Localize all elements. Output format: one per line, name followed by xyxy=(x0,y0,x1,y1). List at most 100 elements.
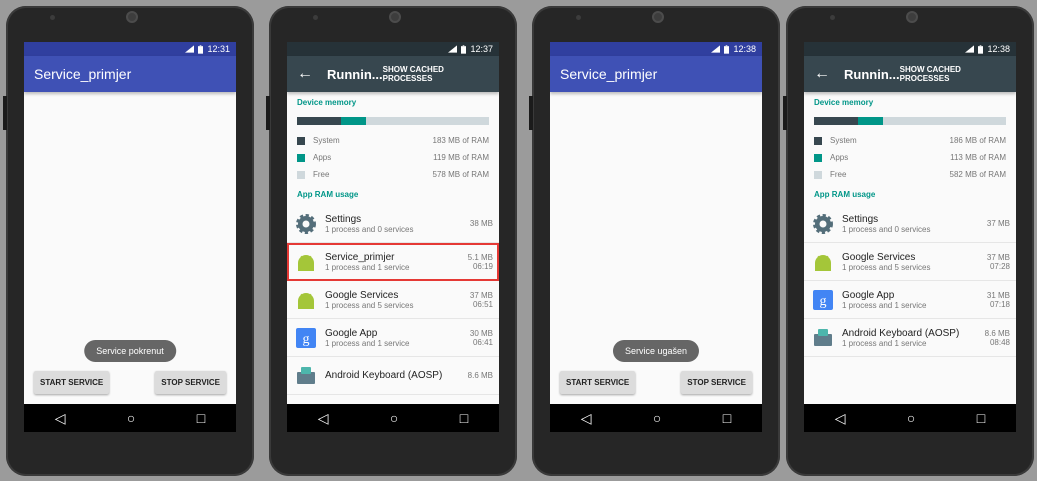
legend-value: 183 MB of RAM xyxy=(432,136,489,145)
list-item[interactable]: Settings 1 process and 0 services 37 MB xyxy=(804,205,1016,243)
app-name: Google App xyxy=(842,289,895,301)
list-item[interactable]: Android Keyboard (AOSP) 1 process and 1 s… xyxy=(804,319,1016,357)
side-button xyxy=(266,96,270,130)
app-name: Settings xyxy=(842,213,879,225)
android-icon xyxy=(295,251,317,273)
list-item[interactable]: Android Keyboard (AOSP) 8.6 MB xyxy=(287,357,499,395)
legend-free: Free 578 MB of RAM xyxy=(287,167,499,184)
back-arrow-icon[interactable]: ← xyxy=(814,65,830,83)
sensor xyxy=(50,15,55,20)
gear-icon xyxy=(295,213,317,235)
status-time: 12:38 xyxy=(733,44,756,54)
home-icon[interactable]: ○ xyxy=(390,411,398,425)
start-service-button[interactable]: START SERVICE xyxy=(34,371,110,394)
swatch-system xyxy=(814,136,822,145)
front-camera xyxy=(652,11,664,23)
battery-icon xyxy=(198,44,204,54)
google-icon: g xyxy=(812,289,834,311)
app-list: Settings 1 process and 0 services 38 MB S… xyxy=(287,205,499,395)
list-item[interactable]: Google Services 1 process and 5 services … xyxy=(287,281,499,319)
app-title: Service_primjer xyxy=(560,66,658,82)
legend-free: Free 582 MB of RAM xyxy=(804,167,1016,184)
side-button xyxy=(783,96,787,130)
back-icon[interactable]: ◁ xyxy=(835,411,846,425)
toast: Service pokrenut xyxy=(84,340,176,362)
app-name: Android Keyboard (AOSP) xyxy=(325,370,443,381)
nav-bar: ◁ ○ □ xyxy=(287,404,499,432)
app-time: 06:19 xyxy=(472,261,493,271)
back-icon[interactable]: ◁ xyxy=(581,411,592,425)
start-service-button[interactable]: START SERVICE xyxy=(560,371,636,394)
swatch-system xyxy=(297,136,305,145)
memory-bar-apps xyxy=(858,117,884,125)
signal-icon xyxy=(185,45,195,53)
legend-apps: Apps 113 MB of RAM xyxy=(804,150,1016,167)
legend-label: System xyxy=(313,136,340,145)
list-item[interactable]: Google Services 1 process and 5 services … xyxy=(804,243,1016,281)
app-sub: 1 process and 1 service xyxy=(325,338,410,348)
front-camera xyxy=(906,11,918,23)
nav-bar: ◁ ○ □ xyxy=(24,404,236,432)
app-name: Google App xyxy=(325,327,378,339)
back-icon[interactable]: ◁ xyxy=(318,411,329,425)
android-icon xyxy=(812,251,834,273)
app-time: 06:51 xyxy=(472,299,493,309)
nav-bar: ◁ ○ □ xyxy=(804,404,1016,432)
legend-system: System 186 MB of RAM xyxy=(804,133,1016,150)
home-icon[interactable]: ○ xyxy=(653,411,661,425)
recents-icon[interactable]: □ xyxy=(460,411,468,425)
recents-icon[interactable]: □ xyxy=(723,411,731,425)
swatch-free xyxy=(297,170,305,179)
app-bar: ← Runnin... SHOW CACHED PROCESSES xyxy=(287,56,499,92)
phone-3: 12:38 Service_primjer Service ugašen STA… xyxy=(529,6,780,476)
memory-bar xyxy=(297,117,489,125)
list-item[interactable]: g Google App 1 process and 1 service 31 M… xyxy=(804,281,1016,319)
screen: 12:31 Service_primjer Service pokrenut S… xyxy=(24,42,236,432)
sensor xyxy=(576,15,581,20)
app-title: Runnin... xyxy=(844,66,900,82)
app-size: 38 MB xyxy=(469,219,493,228)
google-icon: g xyxy=(295,327,317,349)
recents-icon[interactable]: □ xyxy=(977,411,985,425)
status-bar: 12:38 xyxy=(550,42,762,56)
list-item[interactable]: g Google App 1 process and 1 service 30 M… xyxy=(287,319,499,357)
phone-4: 12:38 ← Runnin... SHOW CACHED PROCESSES … xyxy=(783,6,1034,476)
swatch-free xyxy=(814,170,822,179)
list-item-highlighted[interactable]: Service_primjer 1 process and 1 service 5… xyxy=(287,243,499,281)
front-camera xyxy=(389,11,401,23)
phone-2: 12:37 ← Runnin... SHOW CACHED PROCESSES … xyxy=(266,6,517,476)
running-services: Device memory System 186 MB of RAM Apps 11… xyxy=(804,92,1016,404)
show-cached-processes-button[interactable]: SHOW CACHED PROCESSES xyxy=(383,65,493,83)
app-sub: 1 process and 1 service xyxy=(325,262,410,272)
app-name: Settings xyxy=(325,213,362,225)
memory-bar-apps xyxy=(341,117,367,125)
app-size: 31 MB xyxy=(986,290,1010,300)
status-time: 12:38 xyxy=(987,44,1010,54)
button-row: START SERVICE STOP SERVICE xyxy=(560,371,752,394)
stop-service-button[interactable]: STOP SERVICE xyxy=(681,371,752,394)
legend-value: 113 MB of RAM xyxy=(950,153,1006,162)
nav-bar: ◁ ○ □ xyxy=(550,404,762,432)
status-time: 12:37 xyxy=(470,44,493,54)
app-name: Android Keyboard (AOSP) xyxy=(842,327,960,339)
show-cached-processes-button[interactable]: SHOW CACHED PROCESSES xyxy=(900,65,1010,83)
back-icon[interactable]: ◁ xyxy=(55,411,66,425)
button-row: START SERVICE STOP SERVICE xyxy=(34,371,226,394)
front-camera xyxy=(126,11,138,23)
list-item[interactable]: Settings 1 process and 0 services 38 MB xyxy=(287,205,499,243)
app-size: 8.6 MB xyxy=(467,371,493,380)
app-sub: 1 process and 1 service xyxy=(842,338,927,348)
signal-icon xyxy=(711,45,721,53)
app-bar: Service_primjer xyxy=(550,56,762,92)
app-size: 5.1 MB xyxy=(467,252,493,262)
back-arrow-icon[interactable]: ← xyxy=(297,65,313,83)
stop-service-button[interactable]: STOP SERVICE xyxy=(155,371,226,394)
legend-label: Apps xyxy=(313,153,332,162)
home-icon[interactable]: ○ xyxy=(907,411,915,425)
home-icon[interactable]: ○ xyxy=(127,411,135,425)
screen: 12:37 ← Runnin... SHOW CACHED PROCESSES … xyxy=(287,42,499,432)
recents-icon[interactable]: □ xyxy=(197,411,205,425)
status-bar: 12:37 xyxy=(287,42,499,56)
battery-icon xyxy=(724,44,730,54)
signal-icon xyxy=(448,45,458,53)
